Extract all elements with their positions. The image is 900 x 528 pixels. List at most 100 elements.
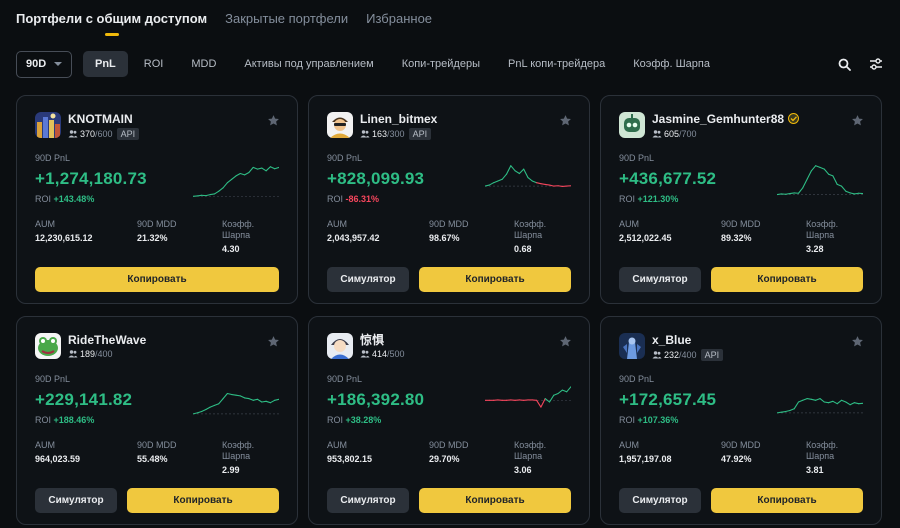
sparkline-segment <box>840 399 847 403</box>
sparkline-segment <box>269 166 276 170</box>
sort-tab-copier-pnl[interactable]: PnL копи-трейдера <box>496 51 617 77</box>
sort-tab-sharpe[interactable]: Коэфф. Шарпа <box>621 51 722 77</box>
sort-tab-mdd[interactable]: MDD <box>179 51 228 77</box>
copy-button[interactable]: Копировать <box>711 488 863 513</box>
trader-card-5[interactable]: x_Blue 232/400 API 90D PnL +172,657.45 R… <box>600 316 882 525</box>
sort-tab-roi[interactable]: ROI <box>132 51 176 77</box>
sparkline-segment <box>832 400 838 405</box>
simulator-button[interactable]: Симулятор <box>619 488 701 513</box>
roi-value: +107.36% <box>637 415 679 425</box>
trader-card-0[interactable]: KNOTMAIN 370/600 API 90D PnL +1,274,180.… <box>16 95 298 304</box>
simulator-button[interactable]: Симулятор <box>619 267 701 292</box>
pnl-sparkline <box>193 166 279 197</box>
filter-settings-icon[interactable] <box>868 56 884 72</box>
pnl-row: +1,274,180.73 <box>35 165 279 197</box>
sparkline-segment <box>269 399 276 404</box>
roi-label: ROI <box>327 194 344 204</box>
sparkline-segment <box>797 187 804 194</box>
trader-name[interactable]: Linen_bitmex <box>360 112 437 126</box>
trader-name[interactable]: RideTheWave <box>68 333 146 347</box>
sharpe-label: Коэфф. Шарпа <box>222 440 255 461</box>
copiers-capacity: /500 <box>387 349 405 359</box>
blue-armor-avatar[interactable] <box>619 333 645 359</box>
trader-info: RideTheWave 189/400 <box>68 333 146 359</box>
trader-card-2[interactable]: Jasmine_Gemhunter88 605/700 90D PnL +436… <box>600 95 882 304</box>
favorite-star-icon[interactable] <box>267 114 280 132</box>
roi-value: +121.30% <box>637 194 679 204</box>
mdd-label: 90D MDD <box>137 219 177 229</box>
sparkline-segment <box>815 165 821 168</box>
sparkline-segment <box>819 398 825 403</box>
copy-button[interactable]: Копировать <box>35 267 279 292</box>
sparkline-segment <box>777 193 782 196</box>
copiers-current: 605 <box>664 128 680 139</box>
sort-tab-aum[interactable]: Активы под управлением <box>232 51 385 77</box>
mdd-value: 98.67% <box>429 233 460 243</box>
sparkline-segment <box>226 178 233 184</box>
people-icon <box>360 130 370 138</box>
api-badge: API <box>408 128 432 140</box>
simulator-button[interactable]: Симулятор <box>327 267 409 292</box>
aum-value: 1,957,197.08 <box>619 454 672 464</box>
api-badge: API <box>116 128 140 140</box>
sparkline-segment <box>544 183 551 186</box>
sparkline-segment <box>209 404 216 408</box>
simulator-button[interactable]: Симулятор <box>35 488 117 513</box>
copy-button[interactable]: Копировать <box>419 488 571 513</box>
trader-card-3[interactable]: RideTheWave 189/400 90D PnL +229,141.82 … <box>16 316 298 525</box>
favorite-star-icon[interactable] <box>559 335 572 353</box>
frog-avatar[interactable] <box>35 333 61 359</box>
sparkline-segment <box>853 192 860 195</box>
copiers-current: 370 <box>80 129 96 139</box>
sparkline-segment <box>274 398 279 401</box>
city-night-avatar[interactable] <box>35 112 61 138</box>
sparkline-segment <box>256 398 263 403</box>
robot-avatar[interactable] <box>619 112 645 138</box>
sparkline-segment <box>815 398 821 401</box>
copier-count: 605/700 <box>652 129 799 139</box>
sparkline-segment <box>213 190 220 195</box>
sparkline-segment <box>793 401 800 410</box>
sparkline-segment <box>802 398 808 401</box>
favorite-star-icon[interactable] <box>851 335 864 353</box>
sparkline-segment <box>244 171 250 176</box>
simulator-button[interactable]: Симулятор <box>327 488 409 513</box>
copy-button[interactable]: Копировать <box>127 488 279 513</box>
sparkline-segment <box>823 401 830 404</box>
favorite-star-icon[interactable] <box>559 114 572 132</box>
trader-name[interactable]: 惊惧 <box>360 333 405 347</box>
anime-person-avatar[interactable] <box>327 333 353 359</box>
favorite-star-icon[interactable] <box>267 335 280 353</box>
sharpe-label: Коэфф. Шарпа <box>514 219 547 240</box>
sort-tab-copiers[interactable]: Копи-трейдеры <box>390 51 492 77</box>
tab-public-portfolios[interactable]: Портфели с общим доступом <box>16 10 207 36</box>
trader-card-4[interactable]: 惊惧 414/500 90D PnL +186,392.80 ROI +38.2… <box>308 316 590 525</box>
favorite-star-icon[interactable] <box>851 114 864 132</box>
trader-card-1[interactable]: Linen_bitmex 163/300 API 90D PnL +828,09… <box>308 95 590 304</box>
trader-name[interactable]: Jasmine_Gemhunter88 <box>652 112 800 127</box>
card-stats: AUM 1,957,197.08 90D MDD 47.92% Коэфф. Шар… <box>619 440 863 476</box>
pnl-sparkline <box>485 165 571 187</box>
period-select[interactable]: 90D <box>16 50 72 78</box>
sparkline-segment <box>845 401 851 406</box>
card-header: RideTheWave 189/400 <box>35 333 279 365</box>
sparkline-segment <box>802 178 808 189</box>
card-header: Jasmine_Gemhunter88 605/700 <box>619 112 863 144</box>
sparkline-segment <box>248 398 254 401</box>
cartoon-person-avatar[interactable] <box>327 112 353 138</box>
copy-button[interactable]: Копировать <box>419 267 571 292</box>
tab-favorites[interactable]: Избранное <box>366 10 432 36</box>
sparkline-segment <box>557 185 563 187</box>
roi-label: ROI <box>327 415 344 425</box>
pnl-value: +186,392.80 <box>327 390 425 409</box>
mdd-label: 90D MDD <box>429 219 469 229</box>
tab-private-portfolios[interactable]: Закрытые портфели <box>225 10 348 36</box>
copy-button[interactable]: Копировать <box>711 267 863 292</box>
trader-name[interactable]: KNOTMAIN <box>68 112 139 126</box>
card-actions: Копировать <box>35 267 279 292</box>
trader-card-grid: KNOTMAIN 370/600 API 90D PnL +1,274,180.… <box>16 95 882 525</box>
trader-name[interactable]: x_Blue <box>652 333 723 347</box>
search-icon[interactable] <box>836 56 852 72</box>
sort-tab-pnl[interactable]: PnL <box>83 51 128 77</box>
sparkline-segment <box>540 183 546 185</box>
